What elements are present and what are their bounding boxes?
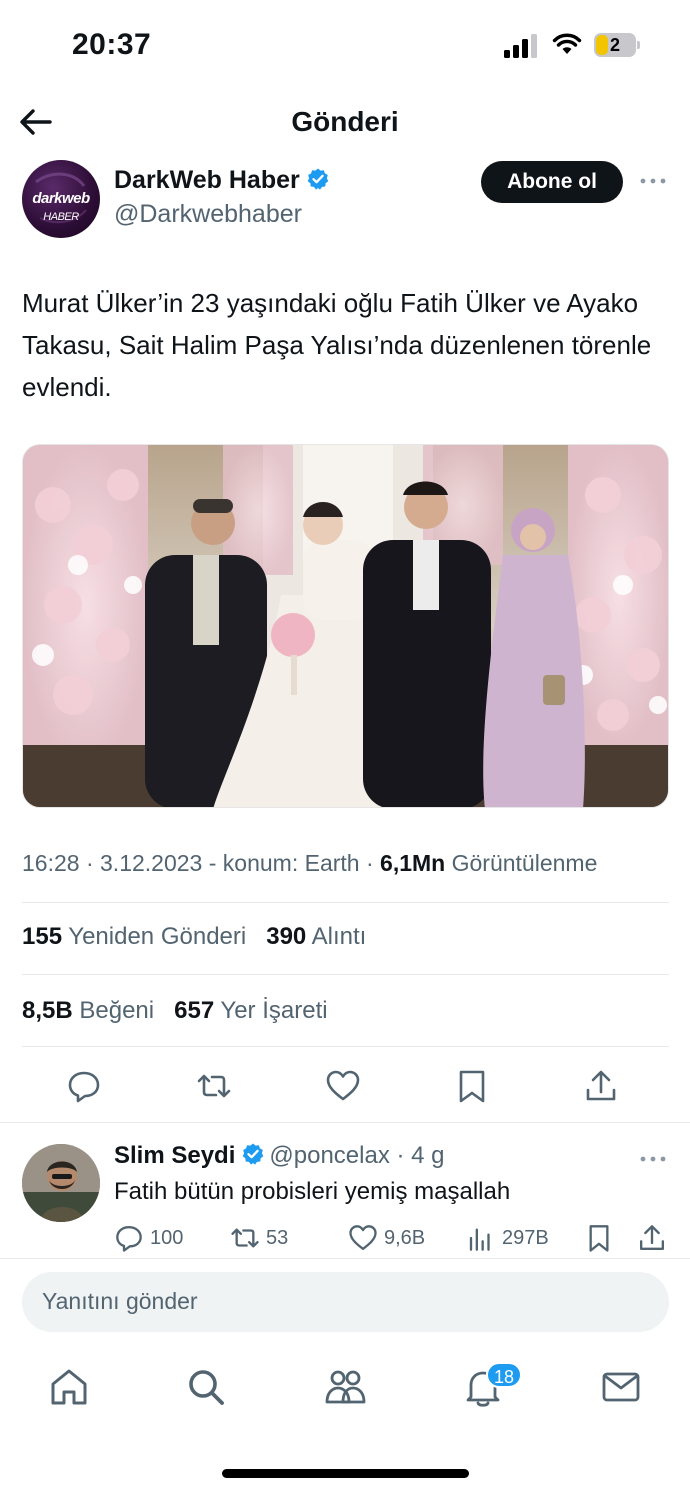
page-title: Gönderi [291,106,399,137]
reply-icon[interactable] [66,1068,102,1104]
reply-avatar[interactable] [22,1144,100,1222]
like-icon[interactable] [325,1068,361,1104]
reposts-stat[interactable]: 155 Yeniden Gönderi [22,923,246,950]
author-avatar[interactable]: darkweb HABER [22,160,100,238]
reply-avatar-photo [22,1144,100,1222]
repost-icon [231,1228,259,1248]
search-icon[interactable] [185,1366,227,1408]
battery-icon: 2 [594,33,640,57]
divider [22,1046,669,1047]
home-icon[interactable] [48,1366,90,1408]
likes-stat[interactable]: 8,5B Beğeni [22,997,154,1024]
divider [0,1122,690,1123]
share-icon [640,1225,664,1250]
reply-input-placeholder: Yanıtını gönder [42,1288,198,1314]
reply-view-count: 297B [502,1226,549,1249]
reply-author-handle[interactable]: @poncelax [269,1142,389,1169]
wifi-icon [552,33,582,54]
reply-icon [116,1226,142,1252]
repost-quote-stats: 155 Yeniden Gönderi 390 Alıntı [22,923,366,951]
share-icon[interactable] [583,1068,619,1104]
status-bar: 20:37 2 [0,0,690,90]
divider [22,974,669,975]
reply-reply-button[interactable]: 100 [114,1222,183,1254]
more-options-icon[interactable] [638,1144,668,1174]
post-text: Murat Ülker’in 23 yaşındaki oğlu Fatih Ü… [22,288,652,402]
post-time: 16:28 [22,850,80,876]
nav-header: Gönderi [0,96,690,150]
reply-age: · 4 g [389,1142,445,1169]
bookmark-icon [589,1225,609,1252]
post-action-bar [0,1060,690,1112]
quotes-stat[interactable]: 390 Alıntı [266,923,366,950]
reply-header: Slim Seydi @poncelax · 4 g [114,1142,445,1170]
post-date: 3.12.2023 [100,850,203,876]
views-chart-icon [469,1228,490,1251]
reply-like-count: 9,6B [384,1226,426,1249]
reply-views-button[interactable]: 297B [466,1222,549,1254]
post-meta: 16:28 · 3.12.2023 - konum: Earth · 6,1Mn… [22,850,598,876]
avatar-logo: darkweb HABER [32,190,90,223]
wedding-photo-illustration [23,445,668,807]
notification-count-badge: 18 [486,1362,523,1388]
verified-badge-icon [243,1143,264,1165]
verified-badge-icon [307,168,329,190]
post-location: - konum: Earth [202,850,360,876]
messages-icon[interactable] [600,1366,642,1408]
bookmarks-stat[interactable]: 657 Yer İşareti [174,997,327,1024]
home-indicator[interactable] [222,1469,469,1478]
reply-text: Fatih bütün probisleri yemiş maşallah [114,1178,511,1205]
post-author-row: darkweb HABER DarkWeb Haber @Darkwebhabe… [0,158,690,242]
reply-action-bar: 100 53 9,6B 297B [0,1222,690,1258]
post-view-label: Görüntülenme [445,850,598,876]
like-bookmark-stats: 8,5B Beğeni 657 Yer İşareti [22,997,328,1025]
reply-repost-count: 53 [266,1226,289,1249]
reply-item[interactable]: Slim Seydi @poncelax · 4 g Fatih bütün p… [0,1130,690,1258]
cellular-signal-icon [504,34,537,58]
bottom-tab-bar: 18 [0,1356,690,1426]
post-photo[interactable] [22,444,669,808]
divider [0,1258,690,1259]
author-handle[interactable]: @Darkwebhaber [114,200,302,229]
reply-author-name[interactable]: Slim Seydi [114,1142,235,1169]
reply-repost-button[interactable]: 53 [230,1222,288,1254]
reply-share-button[interactable] [637,1222,673,1254]
author-display-name[interactable]: DarkWeb Haber [114,166,300,194]
divider [22,902,669,903]
reply-reply-count: 100 [150,1226,184,1249]
post-view-count: 6,1Mn [380,850,446,876]
author-name-line[interactable]: DarkWeb Haber [114,166,330,195]
repost-icon[interactable] [196,1068,232,1104]
reply-input[interactable]: Yanıtını gönder [22,1272,669,1332]
more-options-icon[interactable] [638,166,668,196]
battery-level: 2 [609,35,620,55]
status-time: 20:37 [72,28,152,61]
reply-like-button[interactable]: 9,6B [348,1222,425,1254]
communities-icon[interactable] [324,1366,366,1408]
follow-button[interactable]: Abone ol [481,161,623,203]
bookmark-icon[interactable] [454,1068,490,1104]
reply-bookmark-button[interactable] [584,1222,620,1254]
like-icon [349,1225,377,1250]
